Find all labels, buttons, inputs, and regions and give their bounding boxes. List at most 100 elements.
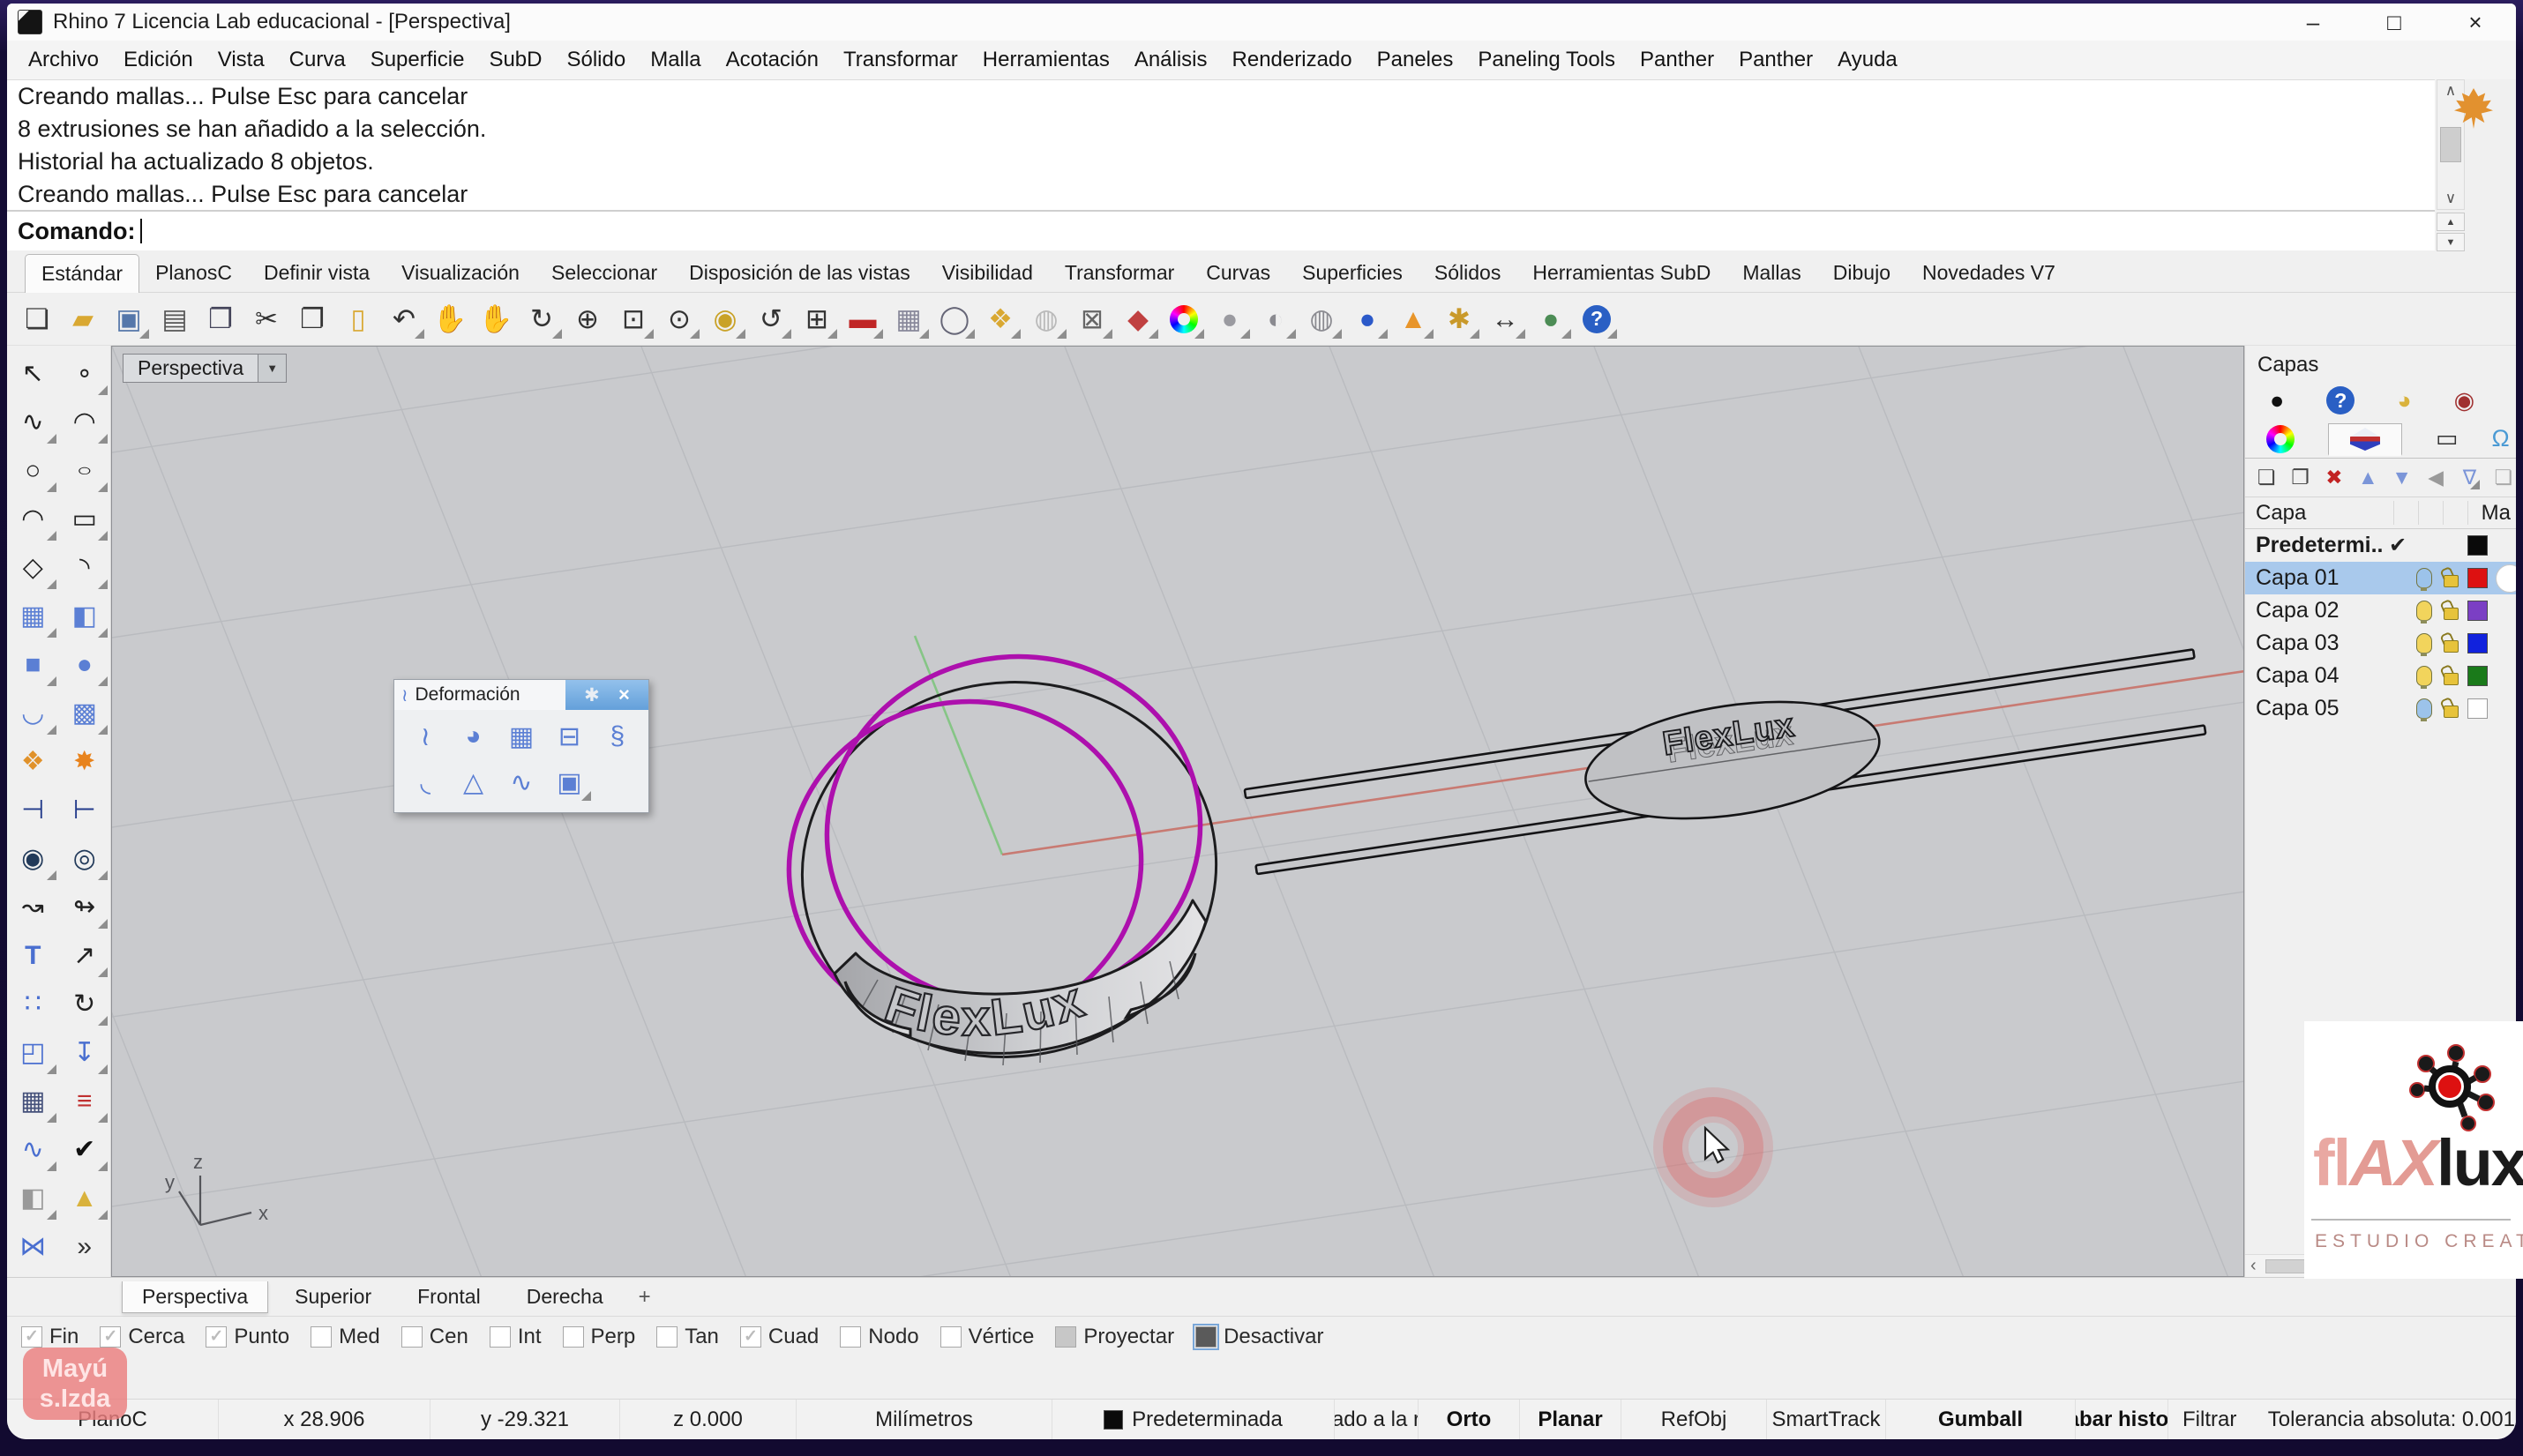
curve-through-points-icon[interactable]: ◠ [59,398,111,446]
layers-tab-icon[interactable] [2328,423,2402,456]
boolean-puzzle-icon[interactable]: ❖ [7,737,59,786]
polygon-icon[interactable]: ◇ [7,543,59,592]
status-cell[interactable]: Filtrar [2168,1400,2268,1439]
minimize-button[interactable]: – [2272,4,2354,41]
checkbox-icon[interactable] [100,1326,121,1348]
viewport-dropdown-icon[interactable]: ▼ [258,354,287,383]
hscroll-left-icon[interactable]: ‹ [2250,1256,2257,1276]
osnap-toggle[interactable]: Cerca [100,1325,184,1349]
menu-item[interactable]: Acotación [714,48,831,72]
deformacion-toolbar[interactable]: ≀ Deformación ✱ × ≀◕▦⊟§◟△∿▣ [393,679,649,813]
layer-visibility-bulb-icon[interactable] [2416,633,2432,653]
column-capa[interactable]: Capa [2245,501,2306,526]
pyramid-icon[interactable]: ▲ [59,1174,111,1222]
more-tools-icon[interactable]: » [59,1222,111,1271]
layer-row[interactable]: Capa 04 [2245,660,2516,692]
check-validate-icon[interactable]: ✔ [59,1125,111,1174]
checkbox-icon[interactable] [490,1326,511,1348]
status-cell[interactable]: Forzado a la rejilla [1335,1400,1419,1439]
scroll-down-icon[interactable]: ∨ [2445,190,2456,207]
filter-icon[interactable]: ∇ [2457,464,2482,492]
wireframe-sphere-icon[interactable]: ◯ [932,297,977,341]
bend-icon[interactable]: ≀ [401,715,449,758]
status-cell[interactable]: Predeterminada [1052,1400,1335,1439]
menu-item[interactable]: Herramientas [970,48,1122,72]
flow-bend-icon[interactable]: ◟ [401,761,449,803]
dimension-tools-icon[interactable]: ↔ [1482,297,1528,341]
menu-item[interactable]: Archivo [16,48,111,72]
layer-tools-icon[interactable]: ◆ [1115,297,1161,341]
surface-patch-icon[interactable]: ◧ [59,592,111,640]
toolbar-tab[interactable]: Herramientas SubD [1516,254,1726,292]
checkbox-icon[interactable] [21,1326,42,1348]
scale-icon[interactable]: ◰ [7,1028,59,1077]
viewport-tab[interactable]: Derecha [507,1281,623,1313]
help-icon[interactable]: ? [1574,297,1620,341]
hide-objects-icon[interactable]: ❖ [977,297,1023,341]
status-cell[interactable]: SmartTrack [1767,1400,1886,1439]
array-grid-icon[interactable]: ▦ [7,1077,59,1125]
layer-color-swatch[interactable] [2467,535,2488,556]
array-scatter-icon[interactable]: ∷ [7,980,59,1028]
undo-icon[interactable]: ↶ [381,297,427,341]
osnap-toggle[interactable]: Tan [656,1325,719,1349]
toolbar-tab[interactable]: Dibujo [1817,254,1906,292]
status-cell[interactable]: x 28.906 [219,1400,430,1439]
checkbox-icon[interactable] [1055,1326,1076,1348]
status-cell[interactable]: Planar [1520,1400,1621,1439]
command-scrollbar[interactable]: ∧ ∨ [2437,79,2465,210]
solid-tools-icon[interactable]: ◧ [7,1174,59,1222]
maximize-button[interactable]: □ [2354,4,2435,41]
status-cell[interactable]: Grabar historial [2076,1400,2168,1439]
checkbox-icon[interactable] [840,1326,861,1348]
menu-item[interactable]: Análisis [1122,48,1220,72]
split-icon[interactable]: ⊢ [59,786,111,834]
menu-item[interactable]: SubD [476,48,554,72]
layer-name[interactable]: Capa 04 [2256,663,2384,689]
checkbox-icon[interactable] [206,1326,227,1348]
print-icon[interactable]: ▤ [152,297,198,341]
osnap-toggle[interactable]: Fin [21,1325,79,1349]
osnap-toggle[interactable]: Nodo [840,1325,918,1349]
colors-icon[interactable] [2266,425,2295,453]
viewport-tab[interactable]: Frontal [398,1281,500,1313]
toolbar-tab[interactable]: Estándar [25,254,139,293]
status-cell[interactable]: y -29.321 [430,1400,620,1439]
menu-item[interactable]: Panther [1726,48,1825,72]
perspective-viewport[interactable]: FlexLux FlexLux FlexLux [111,346,2244,1277]
add-viewport-icon[interactable]: + [630,1285,660,1310]
soft-edit-icon[interactable]: ◕ [449,715,497,758]
circle-icon[interactable]: ○ [7,446,59,495]
menu-item[interactable]: Ayuda [1825,48,1910,72]
layer-visibility-bulb-icon[interactable] [2416,666,2432,686]
layer-lock-icon[interactable] [2444,608,2459,620]
new-file-icon[interactable]: ❏ [14,297,60,341]
checkbox-icon[interactable] [563,1326,584,1348]
copy-icon[interactable]: ❐ [289,297,335,341]
command-history[interactable]: Creando mallas... Pulse Esc para cancela… [7,79,2435,210]
cone-analysis-icon[interactable]: ▲ [1390,297,1436,341]
surface-revolve-icon[interactable]: ◡ [7,689,59,737]
project-icon[interactable]: ↧ [59,1028,111,1077]
zoom-selected-icon[interactable]: ⊙ [656,297,702,341]
osnap-toggle[interactable]: Int [490,1325,542,1349]
viewport-tab[interactable]: Superior [275,1281,391,1313]
osnap-toggle[interactable]: Med [311,1325,380,1349]
notifications-bell-icon[interactable]: Ω [2492,425,2510,452]
layer-color-swatch[interactable] [2467,568,2488,588]
layer-lock-icon[interactable] [2444,640,2459,653]
scroll-up-icon[interactable]: ∧ [2445,82,2456,100]
taper-icon[interactable]: △ [449,761,497,803]
toolbar-tab[interactable]: Transformar [1049,254,1190,292]
gear-icon[interactable]: ✱ [584,684,600,706]
undo-view-icon[interactable]: ↺ [748,297,794,341]
layer-lock-icon[interactable] [2444,673,2459,685]
layer-name[interactable]: Capa 02 [2256,598,2384,623]
osnap-toggle[interactable]: Proyectar [1055,1325,1174,1349]
layer-name[interactable]: Predetermi... [2256,533,2384,558]
flattened-band-object[interactable]: FlexLux FlexLux [1243,638,2207,885]
command-spinner[interactable]: ▲ ▼ [2437,213,2465,251]
delete-layer-icon[interactable]: ✖ [2322,464,2347,492]
taper-dimension-icon[interactable]: ⊟ [545,715,593,758]
layer-name[interactable]: Capa 03 [2256,631,2384,656]
